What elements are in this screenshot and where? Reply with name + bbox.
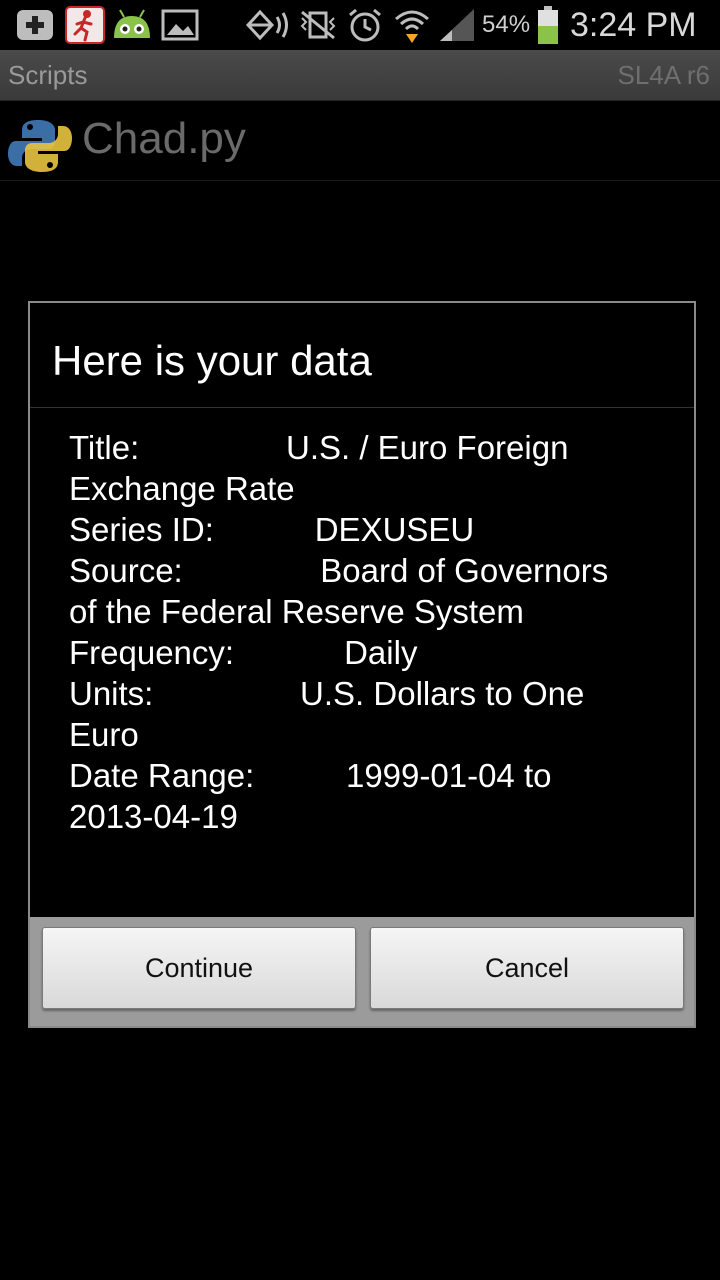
android-bot-icon <box>110 6 154 44</box>
dialog-divider <box>30 407 694 408</box>
vibrate-off-icon <box>298 6 338 44</box>
signal-icon <box>438 6 476 44</box>
add-box-icon <box>14 6 56 44</box>
script-list-item[interactable]: Chad.py <box>0 100 720 181</box>
message-line: Frequency: Daily <box>69 634 418 671</box>
continue-button[interactable]: Continue <box>42 927 356 1009</box>
script-name: Chad.py <box>82 114 246 163</box>
app-version: SL4A r6 <box>617 60 710 90</box>
message-line: of the Federal Reserve System <box>69 593 524 630</box>
message-line: Exchange Rate <box>69 470 295 507</box>
wifi-icon <box>392 6 432 44</box>
data-dialog: Here is your data Title: U.S. / Euro For… <box>28 301 696 1028</box>
message-line: 2013-04-19 <box>69 798 238 835</box>
battery-percent: 54% <box>482 11 531 38</box>
gallery-icon <box>160 6 200 44</box>
cancel-button[interactable]: Cancel <box>370 927 684 1009</box>
message-line: Euro <box>69 716 139 753</box>
clock: 3:24 PM <box>570 6 697 44</box>
title-bar: Scripts SL4A r6 <box>0 50 720 101</box>
python-icon <box>8 118 72 174</box>
battery-icon <box>536 6 560 44</box>
message-line: Source: Board of Governors <box>69 552 609 589</box>
message-line: Date Range: 1999-01-04 to <box>69 757 552 794</box>
dialog-title: Here is your data <box>52 337 372 384</box>
app-title: Scripts <box>8 60 88 90</box>
message-line: Series ID: DEXUSEU <box>69 511 475 548</box>
nfc-icon <box>244 6 294 44</box>
message-line: Units: U.S. Dollars to One <box>69 675 585 712</box>
status-bar: 54% 3:24 PM <box>0 0 720 50</box>
dialog-message: Title: U.S. / Euro Foreign Exchange Rate… <box>69 427 669 837</box>
dialog-button-bar: Continue Cancel <box>30 917 694 1026</box>
message-line: Title: U.S. / Euro Foreign <box>69 429 569 466</box>
alarm-icon <box>346 6 384 44</box>
runner-app-icon <box>64 6 106 44</box>
